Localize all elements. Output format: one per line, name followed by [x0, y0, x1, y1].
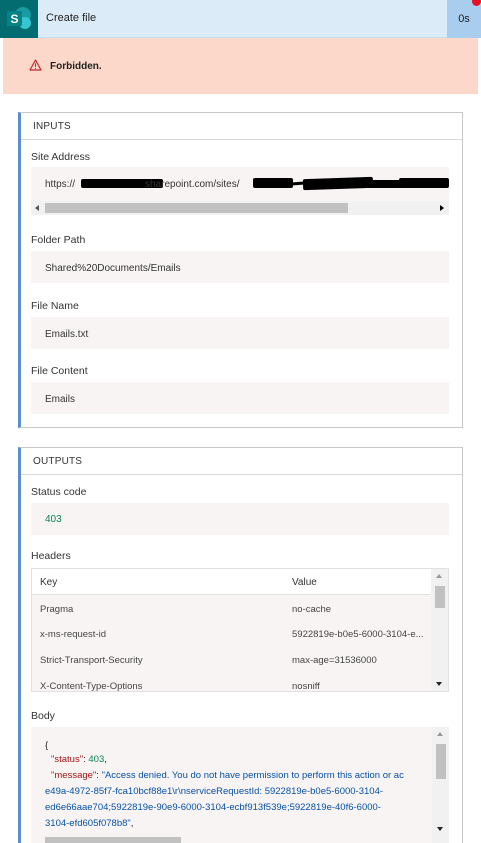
scrollbar-thumb[interactable]	[436, 744, 446, 779]
body-scrollbar[interactable]	[432, 727, 449, 843]
headers-scrollbar[interactable]	[431, 569, 448, 691]
json-message-line: "message": "Access denied. You do not ha…	[51, 770, 404, 781]
site-address-domain: sharepoint.com/sites/	[145, 179, 240, 190]
json-string: ed6e66aae704;5922819e-90e9-6000-3104-ecb…	[45, 802, 381, 813]
json-open-brace: {	[45, 740, 49, 751]
json-key: "message"	[51, 770, 97, 781]
header-value: 5922819e-b0e5-6000-3104-e...	[292, 629, 424, 640]
scroll-down-icon[interactable]	[436, 682, 442, 686]
status-code-field[interactable]: 403	[31, 503, 449, 535]
header-value: nosniff	[292, 681, 320, 692]
status-code-value: 403	[45, 514, 62, 525]
warning-icon	[29, 59, 42, 74]
table-row[interactable]: Strict-Transport-Security max-age=315360…	[32, 648, 432, 673]
scrollbar-thumb[interactable]	[45, 203, 348, 213]
svg-text:S: S	[10, 12, 18, 26]
header-key: X-Content-Type-Options	[40, 681, 143, 692]
status-code-label: Status code	[31, 486, 87, 498]
outputs-heading: OUTPUTS	[21, 448, 462, 475]
scroll-down-icon[interactable]	[437, 827, 443, 831]
json-number: 403	[88, 754, 105, 765]
table-row[interactable]: Pragma no-cache	[32, 597, 432, 622]
body-field[interactable]: { "status": 403, "message": "Access deni…	[31, 727, 449, 843]
site-address-prefix: https://	[45, 179, 76, 190]
header-key: x-ms-request-id	[40, 629, 106, 640]
json-string: "Access denied. You do not have permissi…	[101, 770, 404, 781]
file-content-field[interactable]: Emails	[31, 382, 449, 414]
action-title: Create file	[46, 12, 97, 24]
json-status-line: "status": 403,	[51, 754, 107, 765]
headers-table-head: Key Value	[32, 569, 432, 595]
table-row[interactable]: X-Content-Type-Options nosniff	[32, 674, 432, 692]
file-name-value: Emails.txt	[45, 329, 89, 340]
header-key: Strict-Transport-Security	[40, 655, 143, 666]
sharepoint-logo-icon: S	[0, 0, 38, 38]
column-header-value: Value	[292, 577, 317, 588]
json-string: e49a-4972-85f7-fca10bcf88e1\r\nserviceRe…	[45, 786, 384, 797]
headers-table[interactable]: Key Value Pragma no-cache x-ms-request-i…	[31, 568, 449, 692]
scroll-left-icon[interactable]	[35, 205, 39, 211]
folder-path-value: Shared%20Documents/Emails	[45, 263, 181, 274]
scrollbar-thumb[interactable]	[435, 586, 445, 608]
error-message: Forbidden.	[50, 61, 102, 72]
file-content-label: File Content	[31, 365, 88, 377]
json-string-end: 3104-efd605f078b8",	[45, 818, 134, 829]
header-value: max-age=31536000	[292, 655, 377, 666]
error-banner: Forbidden.	[3, 38, 478, 94]
duration-value: 0s	[458, 13, 470, 25]
file-name-field[interactable]: Emails.txt	[31, 317, 449, 349]
body-label: Body	[31, 710, 55, 722]
inputs-heading: INPUTS	[21, 113, 462, 140]
redaction-mark	[353, 180, 403, 188]
headers-label: Headers	[31, 550, 71, 562]
site-address-scrollbar[interactable]	[31, 201, 449, 215]
json-key: "status"	[51, 754, 84, 765]
table-row[interactable]: x-ms-request-id 5922819e-b0e5-6000-3104-…	[32, 622, 432, 647]
scroll-right-icon[interactable]	[440, 205, 444, 211]
folder-path-label: Folder Path	[31, 234, 86, 246]
json-string: 3104-efd605f078b8"	[45, 818, 131, 829]
file-name-label: File Name	[31, 300, 79, 312]
body-hscroll-thumb[interactable]	[45, 837, 181, 843]
site-address-field[interactable]: https:// sharepoint.com/sites/	[31, 167, 449, 201]
scroll-up-icon[interactable]	[436, 574, 442, 578]
scroll-up-icon[interactable]	[437, 732, 443, 736]
folder-path-field[interactable]: Shared%20Documents/Emails	[31, 251, 449, 283]
column-header-key: Key	[40, 577, 58, 588]
action-header[interactable]: S Create file 0s	[0, 0, 481, 38]
header-value: no-cache	[292, 604, 332, 615]
file-content-value: Emails	[45, 394, 76, 405]
redaction-mark	[399, 178, 449, 188]
site-address-label: Site Address	[31, 151, 90, 163]
header-key: Pragma	[40, 604, 74, 615]
